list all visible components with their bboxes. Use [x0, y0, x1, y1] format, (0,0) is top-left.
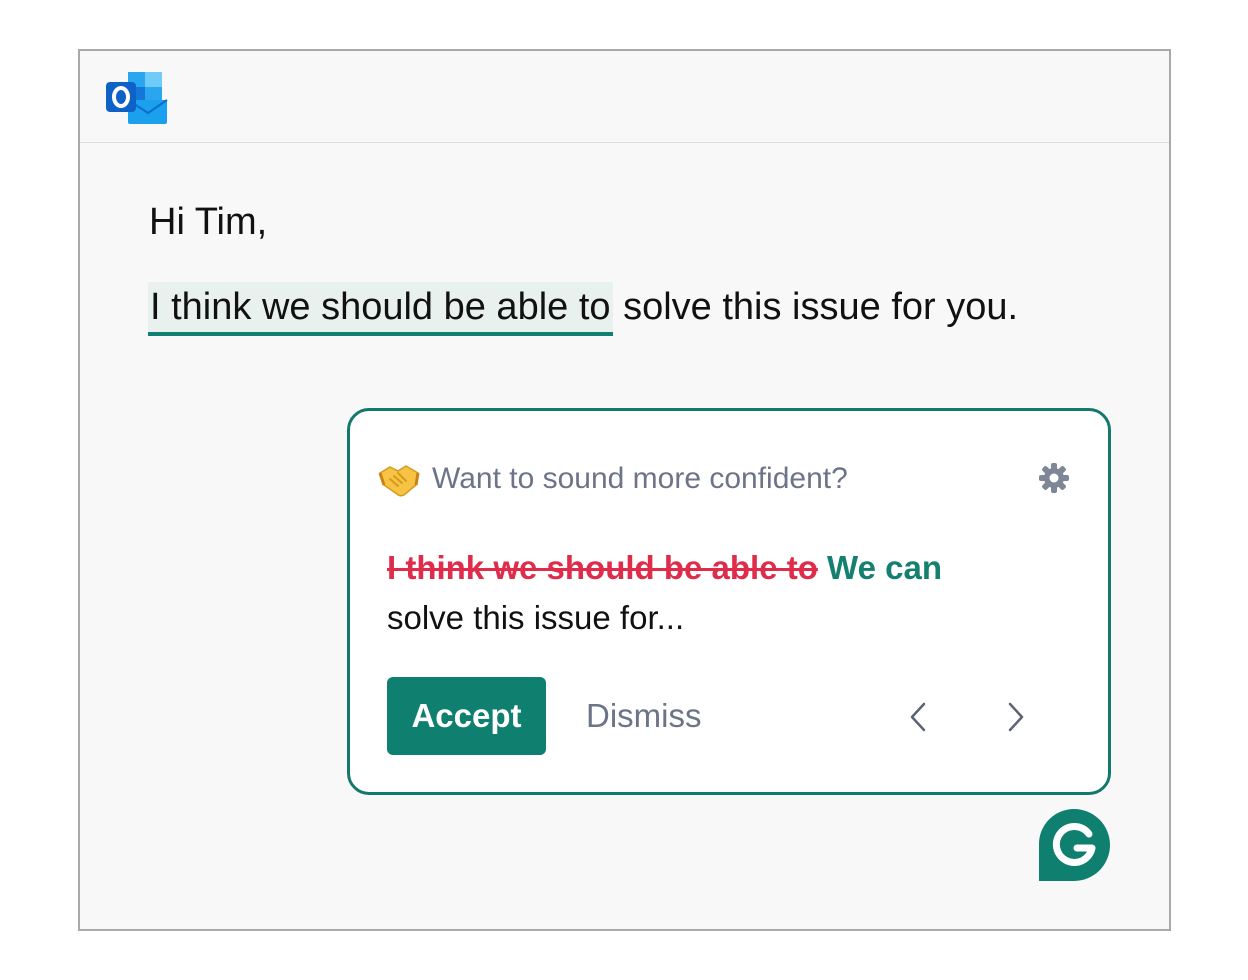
- handshake-icon: [378, 465, 420, 497]
- grammarly-logo-icon[interactable]: [1037, 808, 1111, 882]
- removed-text: I think we should be able to: [387, 549, 818, 586]
- chevron-left-icon[interactable]: [907, 701, 929, 733]
- chevron-right-icon[interactable]: [1005, 701, 1027, 733]
- sentence-rest: solve this issue for you.: [612, 286, 1019, 328]
- suggestion-text: I think we should be able to We can solv…: [387, 543, 987, 643]
- dismiss-button[interactable]: Dismiss: [586, 677, 701, 755]
- card-header: Want to sound more confident?: [378, 459, 848, 499]
- flagged-phrase[interactable]: I think we should be able to: [148, 282, 613, 336]
- title-bar: [80, 51, 1169, 143]
- email-body-line[interactable]: I think we should be able to solve this …: [148, 282, 1018, 336]
- replacement-text: We can: [827, 549, 942, 586]
- suggestion-card: Want to sound more confident? I think we…: [347, 408, 1111, 795]
- remaining-text: solve this issue for...: [387, 599, 685, 636]
- accept-button[interactable]: Accept: [387, 677, 546, 755]
- outlook-logo-icon: [106, 72, 168, 124]
- email-greeting[interactable]: Hi Tim,: [149, 201, 267, 244]
- card-title: Want to sound more confident?: [432, 462, 848, 495]
- gear-icon[interactable]: [1038, 462, 1070, 494]
- outlook-compose-window: Hi Tim, I think we should be able to sol…: [78, 49, 1171, 931]
